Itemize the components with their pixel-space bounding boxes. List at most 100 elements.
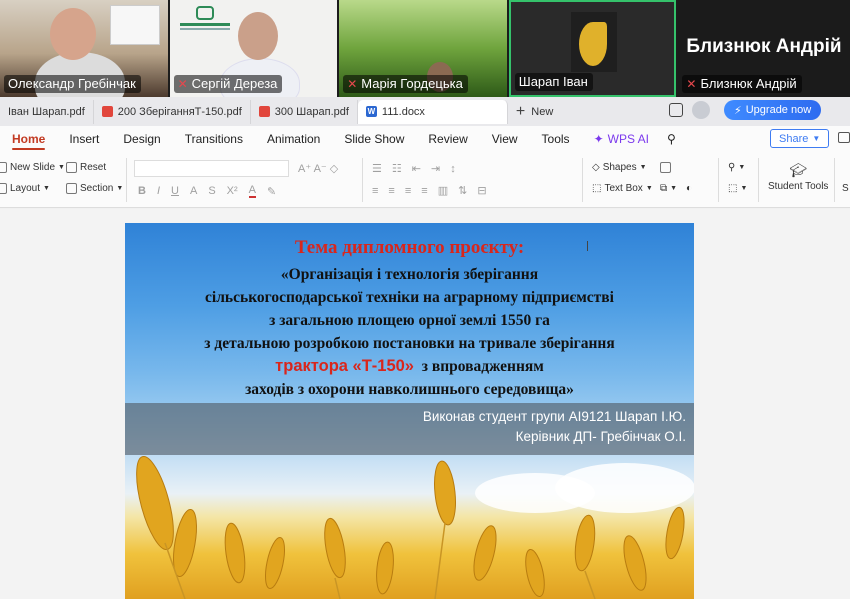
superscript-icon: X² xyxy=(226,185,238,197)
comment-icon[interactable] xyxy=(838,132,850,143)
tab-label: Іван Шарап.pdf xyxy=(8,105,85,118)
divider xyxy=(834,158,835,202)
slide-title: Тема дипломного проєкту: xyxy=(294,237,525,258)
increase-indent-icon: ⇥ xyxy=(430,163,441,175)
paragraph-list-buttons[interactable]: ☰ ☷ ⇤ ⇥ ↕ xyxy=(372,162,456,176)
supervisor-line: Керівник ДП- Гребінчак О.І. xyxy=(515,429,686,444)
font-style-buttons[interactable]: B I U A S X² A ✎ xyxy=(138,184,276,198)
menu-insert[interactable]: Insert xyxy=(57,126,111,152)
window-restore-icon[interactable] xyxy=(669,103,683,117)
university-logo xyxy=(179,6,230,40)
divider xyxy=(362,158,363,202)
lightning-icon: ⚡ xyxy=(734,104,742,117)
font-size-controls[interactable]: A⁺ A⁻ ◇ xyxy=(298,162,338,175)
document-tab-active[interactable]: W 111.docx xyxy=(357,99,508,124)
wps-ai-label: WPS AI xyxy=(607,132,649,146)
upgrade-label: Upgrade now xyxy=(745,104,812,116)
menu-view[interactable]: View xyxy=(480,126,530,152)
share-button[interactable]: Share ▼ xyxy=(770,129,830,148)
pdf-icon xyxy=(101,106,113,117)
search-icon: ⚲ xyxy=(728,162,736,173)
mic-off-icon: ✕ xyxy=(686,76,697,91)
search-icon[interactable]: ⚲ xyxy=(661,126,682,152)
text-box-label: Text Box xyxy=(604,183,643,194)
divider xyxy=(718,158,719,202)
document-tab-bar: Іван Шарап.pdf 200 ЗберіганняТ-150.pdf 3… xyxy=(0,97,850,126)
text-box-button[interactable]: ⬚ Text Box ▼ xyxy=(592,183,653,194)
document-tab[interactable]: Іван Шарап.pdf xyxy=(0,99,94,124)
slide-body: «Організація і технологія зберігання сіл… xyxy=(125,263,694,401)
menu-review[interactable]: Review xyxy=(416,126,479,152)
align-text-icon: ⊟ xyxy=(477,185,487,197)
chevron-down-icon: ▼ xyxy=(645,185,653,192)
participant-name: Шарап Іван xyxy=(514,73,593,91)
picture-button[interactable] xyxy=(660,162,671,173)
more-button[interactable]: S xyxy=(842,183,849,194)
slide-line-rest: з впровадженням xyxy=(421,358,544,375)
menu-tools[interactable]: Tools xyxy=(530,126,582,152)
font-color-icon: A xyxy=(248,184,256,198)
video-tile[interactable]: ✕ Марія Гордецька xyxy=(339,0,507,97)
font-family-select[interactable] xyxy=(134,160,289,177)
participant-face xyxy=(237,12,278,60)
reset-button[interactable]: Reset xyxy=(66,162,106,173)
menu-home[interactable]: Home xyxy=(0,126,57,152)
align-center-icon: ≡ xyxy=(388,184,395,197)
mic-off-icon: ✕ xyxy=(347,76,358,91)
user-avatar[interactable] xyxy=(692,101,710,119)
ribbon-menu: Home Insert Design Transitions Animation… xyxy=(0,126,850,152)
slide-line: з загальною площею орної землі 1550 га xyxy=(269,312,550,329)
divider xyxy=(126,158,127,202)
menu-design[interactable]: Design xyxy=(111,126,172,152)
chevron-down-icon: ▼ xyxy=(116,185,124,192)
arrange-icon: ⧉ xyxy=(660,183,668,194)
participant-name: ✕ Близнюк Андрій xyxy=(682,75,802,93)
chevron-down-icon: ▼ xyxy=(43,185,50,192)
underline-icon: U xyxy=(171,185,179,197)
section-label: Section xyxy=(80,183,114,194)
slide-line: «Організація і технологія зберігання xyxy=(280,266,539,283)
menu-transitions[interactable]: Transitions xyxy=(173,126,255,152)
highlight-icon: ✎ xyxy=(267,185,277,198)
layout-button[interactable]: Layout ▼ xyxy=(0,183,50,194)
menu-wps-ai[interactable]: ✦ WPS AI xyxy=(582,126,661,152)
format-painter-button[interactable]: ◐ xyxy=(686,183,692,194)
shapes-button[interactable]: ◇ Shapes ▼ xyxy=(592,162,647,173)
new-slide-label: New Slide xyxy=(10,162,56,173)
new-tab-button[interactable]: + New xyxy=(516,103,553,121)
layout-icon xyxy=(0,183,7,194)
share-label: Share xyxy=(779,132,809,145)
video-tile[interactable]: Олександр Гребінчак xyxy=(0,0,168,97)
paragraph-align-buttons[interactable]: ≡ ≡ ≡ ≡ ▥ ⇅ ⊟ xyxy=(372,184,487,198)
select-button[interactable]: ⬚ ▼ xyxy=(728,183,747,194)
chevron-down-icon: ▼ xyxy=(58,164,65,171)
line-spacing-icon: ↕ xyxy=(450,162,456,175)
tractor-highlight: трактора «Т-150» xyxy=(275,357,414,375)
picture-icon xyxy=(660,162,671,173)
video-tile[interactable]: ✕ Сергій Дереза xyxy=(169,0,338,97)
video-tile[interactable]: Близнюк Андрій ✕ Близнюк Андрій xyxy=(678,0,850,97)
reset-label: Reset xyxy=(80,162,107,173)
menu-animation[interactable]: Animation xyxy=(255,126,332,152)
find-button[interactable]: ⚲ ▼ xyxy=(728,162,745,173)
section-button[interactable]: Section ▼ xyxy=(66,183,123,194)
document-tab[interactable]: 200 ЗберіганняТ-150.pdf xyxy=(94,99,251,124)
slide-line: заходів з охорони навколишнього середови… xyxy=(245,381,574,398)
document-tab[interactable]: 300 Шарап.pdf xyxy=(251,99,358,124)
video-tile-active-speaker[interactable]: Шарап Іван xyxy=(508,0,677,97)
italic-icon: I xyxy=(156,185,161,197)
align-left-icon: ≡ xyxy=(372,184,379,197)
arrange-button[interactable]: ⧉ ▼ xyxy=(660,183,677,194)
chevron-down-icon: ▼ xyxy=(812,134,821,143)
new-slide-button[interactable]: New Slide ▼ xyxy=(0,162,65,173)
author-line: Виконав студент групи АІ9121 Шарап І.Ю. xyxy=(422,409,686,424)
menu-slide-show[interactable]: Slide Show xyxy=(332,126,416,152)
student-tools-button[interactable]: 🎓︎ Student Tools xyxy=(768,162,828,192)
decrease-indent-icon: ⇤ xyxy=(411,163,421,175)
pdf-icon xyxy=(258,106,270,117)
ribbon-toolbar: New Slide ▼ Layout ▼ Reset Section ▼ A⁺ … xyxy=(0,152,850,208)
upgrade-button[interactable]: ⚡ Upgrade now xyxy=(724,100,822,120)
slide[interactable]: Тема дипломного проєкту: «Організація і … xyxy=(125,223,694,599)
participant-name: ✕ Марія Гордецька xyxy=(343,75,468,93)
sparkle-icon: ✦ xyxy=(593,132,604,146)
